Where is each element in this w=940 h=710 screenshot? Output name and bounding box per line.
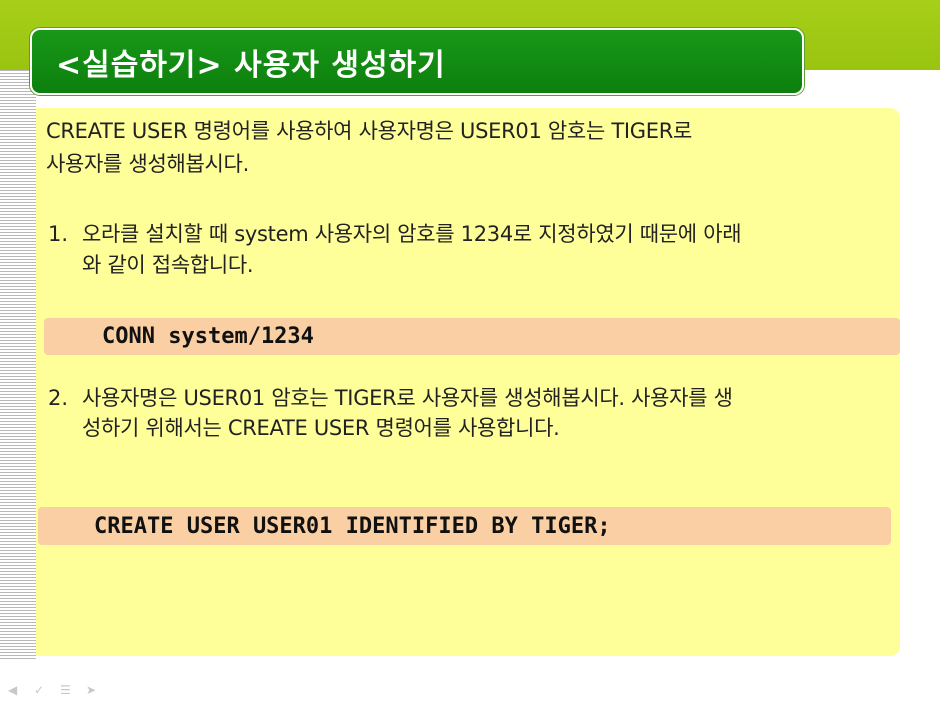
step-1-line-1: 오라클 설치할 때 system 사용자의 암호를 1234로 지정하였기 때문… [82, 222, 742, 246]
next-icon[interactable]: ✓ [34, 684, 50, 696]
step-2-line-1: 사용자명은 USER01 암호는 TIGER로 사용자를 생성해봅시다. 사용자… [82, 386, 733, 410]
step-2-number: 2. [48, 386, 69, 410]
step-1-number: 1. [48, 222, 69, 246]
prev-icon[interactable]: ◀ [8, 684, 24, 696]
slide-nav-controls: ◀ ✓ ☰ ➤ [8, 684, 102, 696]
slide-title: <실습하기> 사용자 생성하기 [56, 47, 446, 83]
intro-line-2: 사용자를 생성해봅시다. [46, 152, 249, 176]
step-1-line-2: 와 같이 접속합니다. [82, 253, 254, 277]
intro-line-1: CREATE USER 명령어를 사용하여 사용자명은 USER01 암호는 T… [46, 119, 693, 143]
step-1-code-block: CONN system/1234 [44, 318, 900, 355]
arrow-icon[interactable]: ➤ [86, 684, 102, 696]
slide-title-box: <실습하기> 사용자 생성하기 [30, 28, 804, 95]
step-2-code-block: CREATE USER USER01 IDENTIFIED BY TIGER; [38, 507, 891, 545]
step-2-code: CREATE USER USER01 IDENTIFIED BY TIGER; [94, 513, 611, 539]
left-stripe-decoration [0, 70, 36, 660]
step-1-code: CONN system/1234 [102, 324, 314, 349]
menu-icon[interactable]: ☰ [60, 684, 76, 696]
step-2-line-2: 성하기 위해서는 CREATE USER 명령어를 사용합니다. [82, 416, 560, 440]
